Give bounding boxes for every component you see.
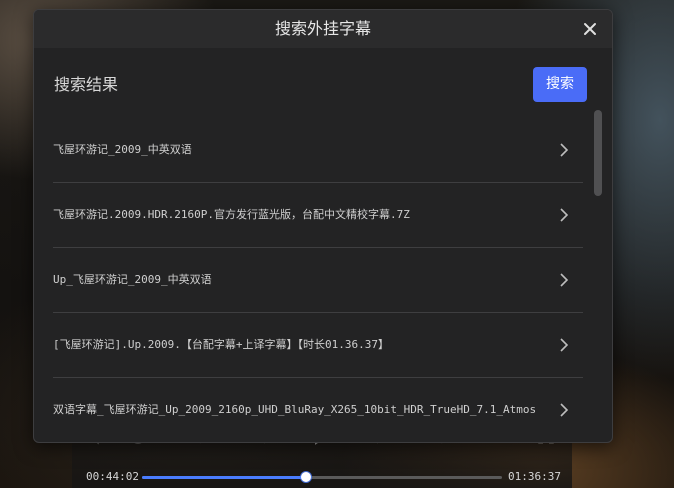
result-row[interactable]: 飞屋环游记.2009.HDR.2160P.官方发行蓝光版，台配中文精校字幕.7Z [53, 183, 583, 248]
video-player-background: 00:44:02 01:36:37 搜索外挂字幕 搜索结果 搜索 飞屋环游记_2… [0, 0, 674, 488]
chevron-right-icon [559, 207, 569, 223]
close-icon[interactable] [580, 19, 600, 39]
chevron-right-icon [559, 402, 569, 418]
results-scrollbar[interactable] [594, 110, 602, 436]
result-label: Up_飞屋环游记_2009_中英双语 [53, 273, 212, 286]
result-label: 双语字幕_飞屋环游记_Up_2009_2160p_UHD_BluRay_X265… [53, 403, 537, 416]
chevron-right-icon [559, 142, 569, 158]
results-list: 飞屋环游记_2009_中英双语 飞屋环游记.2009.HDR.2160P.官方发… [53, 118, 583, 442]
search-results-heading: 搜索结果 [54, 75, 119, 94]
result-row[interactable]: 飞屋环游记_2009_中英双语 [53, 118, 583, 183]
chevron-right-icon [559, 337, 569, 353]
progress-thumb[interactable] [301, 472, 312, 482]
result-row[interactable]: 双语字幕_飞屋环游记_Up_2009_2160p_UHD_BluRay_X265… [53, 378, 583, 442]
result-label: 飞屋环游记_2009_中英双语 [53, 143, 192, 156]
dialog-title: 搜索外挂字幕 [274, 19, 371, 38]
search-subtitle-dialog: 搜索外挂字幕 搜索结果 搜索 飞屋环游记_2009_中英双语 飞屋环游记.200… [33, 9, 613, 443]
progress-fill [142, 476, 307, 479]
result-label: [飞屋环游记].Up.2009.【台配字幕+上译字幕】【时长01.36.37】 [53, 338, 389, 351]
search-button[interactable]: 搜索 [533, 67, 587, 102]
dialog-header: 搜索外挂字幕 [34, 10, 612, 48]
chevron-right-icon [559, 272, 569, 288]
current-time: 00:44:02 [86, 470, 139, 483]
result-label: 飞屋环游记.2009.HDR.2160P.官方发行蓝光版，台配中文精校字幕.7Z [53, 208, 410, 221]
result-row[interactable]: [飞屋环游记].Up.2009.【台配字幕+上译字幕】【时长01.36.37】 [53, 313, 583, 378]
scrollbar-thumb[interactable] [594, 110, 602, 196]
total-time: 01:36:37 [508, 470, 561, 483]
result-row[interactable]: Up_飞屋环游记_2009_中英双语 [53, 248, 583, 313]
progress-bar[interactable] [142, 472, 502, 482]
